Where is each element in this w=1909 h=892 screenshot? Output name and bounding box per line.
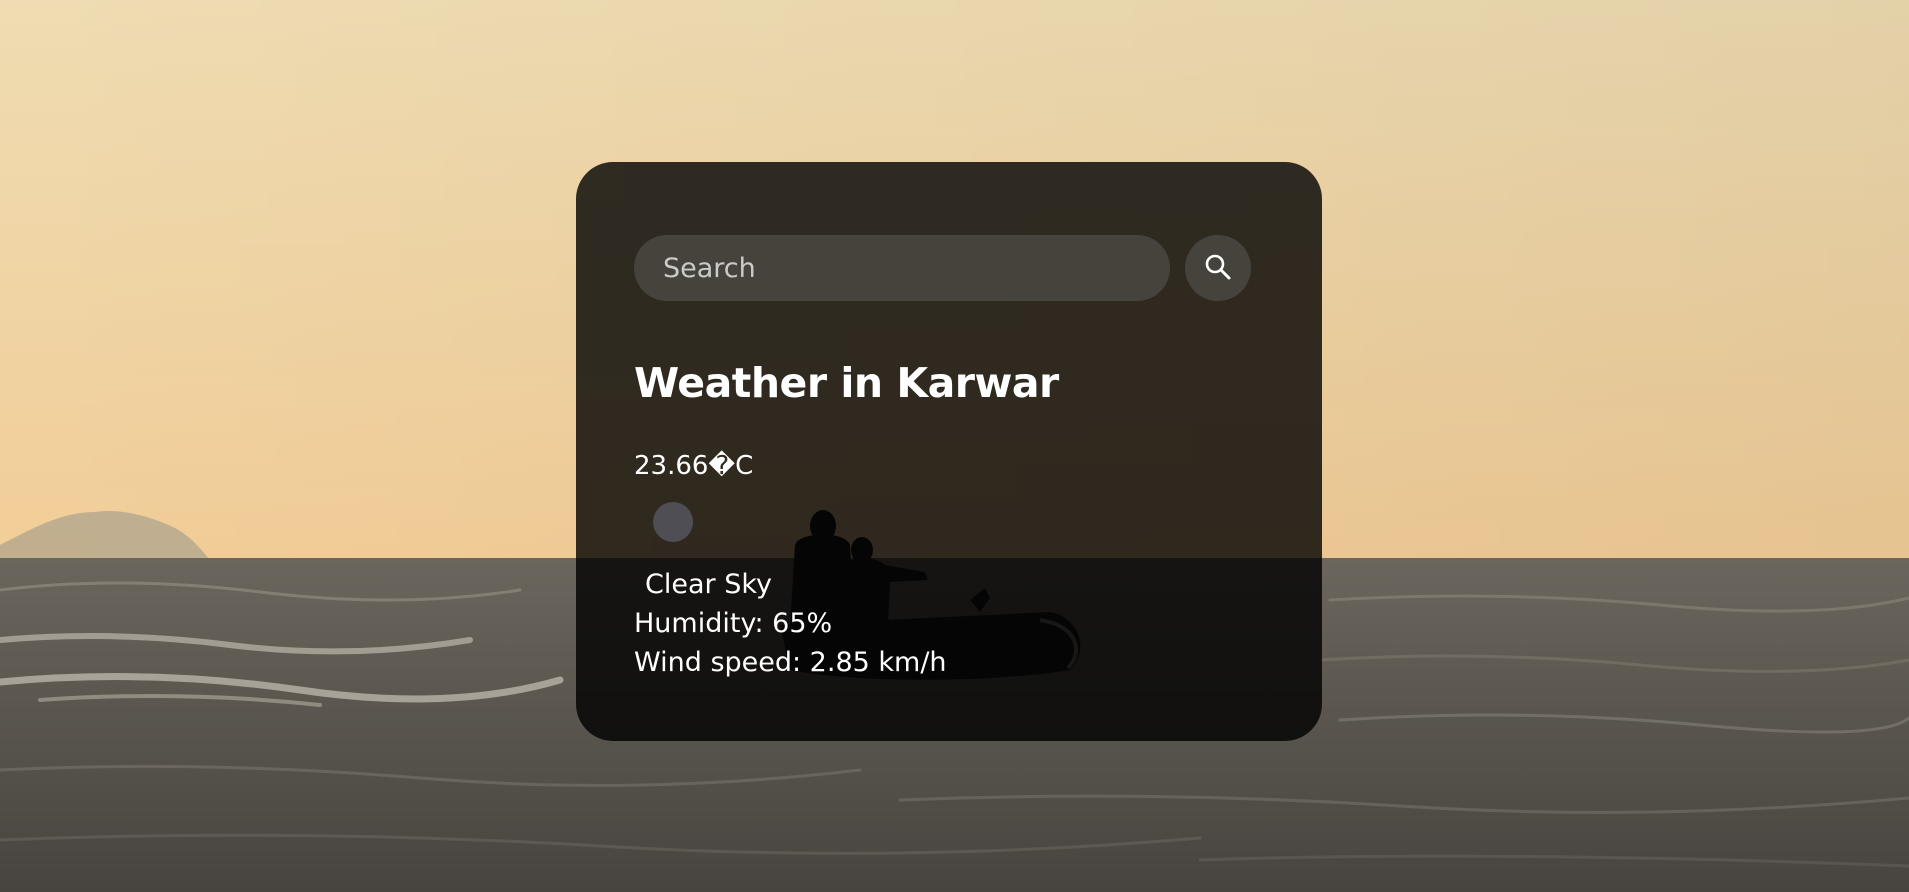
city-title: Weather in Karwar	[634, 359, 1059, 407]
weather-details: Clear Sky Humidity: 65% Wind speed: 2.85…	[634, 565, 1264, 682]
humidity: Humidity: 65%	[634, 607, 833, 639]
weather-description: Clear Sky	[645, 568, 772, 600]
search-icon	[1203, 252, 1233, 285]
search-button[interactable]	[1185, 235, 1251, 301]
temperature: 23.66�C	[634, 451, 754, 482]
search-bar	[634, 235, 1264, 301]
page: Weather in Karwar 23.66�C Clear Sky Humi…	[0, 0, 1909, 892]
search-input[interactable]	[634, 235, 1170, 301]
weather-condition-icon	[653, 501, 693, 542]
wind-speed: Wind speed: 2.85 km/h	[634, 646, 947, 678]
weather-card: Weather in Karwar 23.66�C Clear Sky Humi…	[576, 162, 1322, 741]
